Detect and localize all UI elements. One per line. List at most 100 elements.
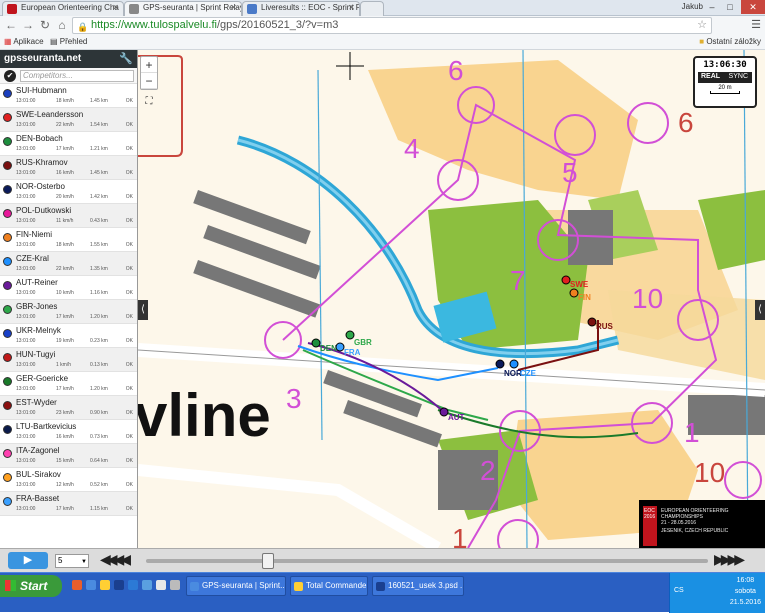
runner-color-dot[interactable] [3,161,12,170]
expand-panel-icon[interactable]: ⟨ [755,300,765,320]
wrench-icon[interactable]: 🔧 [119,52,133,65]
app-icon[interactable] [114,580,124,590]
rewind-icon[interactable]: ◀◀◀◀ [100,551,131,568]
folder-icon[interactable] [100,580,110,590]
window-close-icon[interactable]: ✕ [741,0,765,14]
app-icon[interactable] [128,580,138,590]
fast-forward-icon[interactable]: ▶▶▶▶ [714,551,745,568]
new-tab-button[interactable] [360,1,384,16]
close-icon[interactable]: ✕ [348,3,355,12]
runner-row[interactable]: FRA-Basset 13:01:00 17 km/h 1.15 km OK [0,492,137,516]
runner-name: SWE-Leandersson [16,110,84,119]
forward-arrow-icon[interactable]: → [21,18,35,32]
bookmark-apps[interactable]: ▦ Aplikace [4,37,44,46]
runner-color-dot[interactable] [3,401,12,410]
back-arrow-icon[interactable]: ← [4,18,18,32]
zoom-out-button[interactable]: − [141,73,157,89]
speed-select[interactable]: 5 ▼ [55,554,89,568]
collapse-sidebar-icon[interactable]: ⟨ [138,300,148,320]
runner-speed: 20 km/h [56,194,74,200]
check-all-icon[interactable]: ✔ [4,70,16,82]
app-icon[interactable] [156,580,166,590]
runner-time: 13:01:00 [16,266,36,272]
play-button[interactable]: ▶ [8,552,48,569]
runner-row[interactable]: HUN-Tugyi 13:01:00 1 km/h 0.13 km OK [0,348,137,372]
timeline-thumb[interactable] [262,553,274,569]
map-view[interactable]: 6 4 5 6 7 10 3 2 1 10 1 SWE FIN RUS DEN … [138,50,765,548]
app-icon[interactable] [170,580,180,590]
tray-clock[interactable]: 16:08 sobota 21.5.2016 [730,575,761,608]
tab-gps[interactable]: GPS-seuranta | Sprint Relay ✕ [124,1,242,16]
runner-speed: 17 km/h [56,506,74,512]
start-button[interactable]: Start [0,575,62,597]
runner-color-dot[interactable] [3,185,12,194]
tab-liveresults[interactable]: Liveresults :: EOC - Sprint R ✕ [242,1,360,16]
bookmark-star-icon[interactable]: ☆ [697,18,707,33]
menu-icon[interactable]: ☰ [751,18,761,31]
runner-time: 13:01:00 [16,482,36,488]
runner-row[interactable]: EST-Wyder 13:01:00 23 km/h 0.90 km OK [0,396,137,420]
runner-color-dot[interactable] [3,281,12,290]
app-icon[interactable] [142,580,152,590]
runner-color-dot[interactable] [3,377,12,386]
reload-icon[interactable]: ↻ [38,18,52,32]
runner-color-dot[interactable] [3,257,12,266]
runner-color-dot[interactable] [3,113,12,122]
close-icon[interactable]: ✕ [230,3,237,12]
taskbar-item-browser[interactable]: GPS-seuranta | Sprint... [186,576,286,596]
close-icon[interactable]: ✕ [112,3,119,12]
runner-row[interactable]: BUL-Sirakov 13:01:00 12 km/h 0.52 km OK [0,468,137,492]
tab-eoc[interactable]: European Orienteering Cha ✕ [2,1,124,16]
home-icon[interactable]: ⌂ [55,18,69,32]
runner-label: DEN [320,344,337,353]
runner-color-dot[interactable] [3,497,12,506]
runner-row[interactable]: NOR-Osterbo 13:01:00 20 km/h 1.42 km OK [0,180,137,204]
firefox-icon[interactable] [72,580,82,590]
runner-color-dot[interactable] [3,305,12,314]
runner-row[interactable]: POL-Dutkowski 13:01:00 11 km/h 0.43 km OK [0,204,137,228]
runner-color-dot[interactable] [3,209,12,218]
runner-distance: 1.16 km [90,290,108,296]
maximize-icon[interactable]: □ [721,0,739,14]
runner-row[interactable]: CZE-Kral 13:01:00 22 km/h 1.35 km OK [0,252,137,276]
chrome-icon [190,582,199,591]
runner-row[interactable]: UKR-Melnyk 13:01:00 19 km/h 0.23 km OK [0,324,137,348]
runner-time: 13:01:00 [16,122,36,128]
timeline-slider[interactable] [146,553,708,569]
runner-row[interactable]: ITA-Zagonel 13:01:00 15 km/h 0.64 km OK [0,444,137,468]
profile-name[interactable]: Jakub [682,2,703,11]
runner-color-dot[interactable] [3,425,12,434]
taskbar-item-totalcmd[interactable]: Total Commander 7.5... [290,576,368,596]
site-title[interactable]: gpsseuranta.net [4,53,81,64]
runner-row[interactable]: LTU-Bartkevicius 13:01:00 16 km/h 0.73 km OK [0,420,137,444]
fullscreen-icon[interactable]: ⛶ [141,96,157,110]
runner-color-dot[interactable] [3,473,12,482]
runner-row[interactable]: DEN-Bobach 13:01:00 17 km/h 1.21 km OK [0,132,137,156]
bookmark-other[interactable]: ■ Ostatní záložky [699,37,761,46]
runner-color-dot[interactable] [3,233,12,242]
runner-row[interactable]: SUI-Hubmann 13:01:00 18 km/h 1.45 km OK [0,84,137,108]
address-bar[interactable]: 🔒 https://www.tulospalvelu.fi/gps/201605… [72,17,712,34]
runner-row[interactable]: RUS-Khramov 13:01:00 16 km/h 1.45 km OK [0,156,137,180]
bookmark-prehled[interactable]: ▤ Přehled [50,37,87,46]
zoom-in-button[interactable]: + [141,57,157,73]
runner-row[interactable]: FIN-Niemi 13:01:00 18 km/h 1.55 km OK [0,228,137,252]
runner-row[interactable]: AUT-Reiner 13:01:00 10 km/h 1.16 km OK [0,276,137,300]
runner-row[interactable]: GBR-Jones 13:01:00 17 km/h 1.20 km OK [0,300,137,324]
competitor-search-input[interactable]: Competitors... [20,70,134,82]
runner-row[interactable]: GER-Goericke 13:01:00 17 km/h 1.20 km OK [0,372,137,396]
taskbar-item-photoshop[interactable]: 160521_usek 3.psd ... [372,576,464,596]
minimize-icon[interactable]: – [703,0,721,14]
language-indicator[interactable]: CS [674,587,684,594]
runner-color-dot[interactable] [3,353,12,362]
real-sync-toggle[interactable]: REAL SYNC [698,72,752,83]
runner-color-dot[interactable] [3,137,12,146]
runner-row[interactable]: SWE-Leandersson 13:01:00 22 km/h 1.54 km OK [0,108,137,132]
runner-color-dot[interactable] [3,329,12,338]
runner-label: SWE [570,280,589,289]
sync-label[interactable]: SYNC [729,73,748,80]
chrome-icon[interactable] [86,580,96,590]
clock-panel: 13:06:30 REAL SYNC 20 m [693,56,757,108]
runner-color-dot[interactable] [3,89,12,98]
runner-color-dot[interactable] [3,449,12,458]
